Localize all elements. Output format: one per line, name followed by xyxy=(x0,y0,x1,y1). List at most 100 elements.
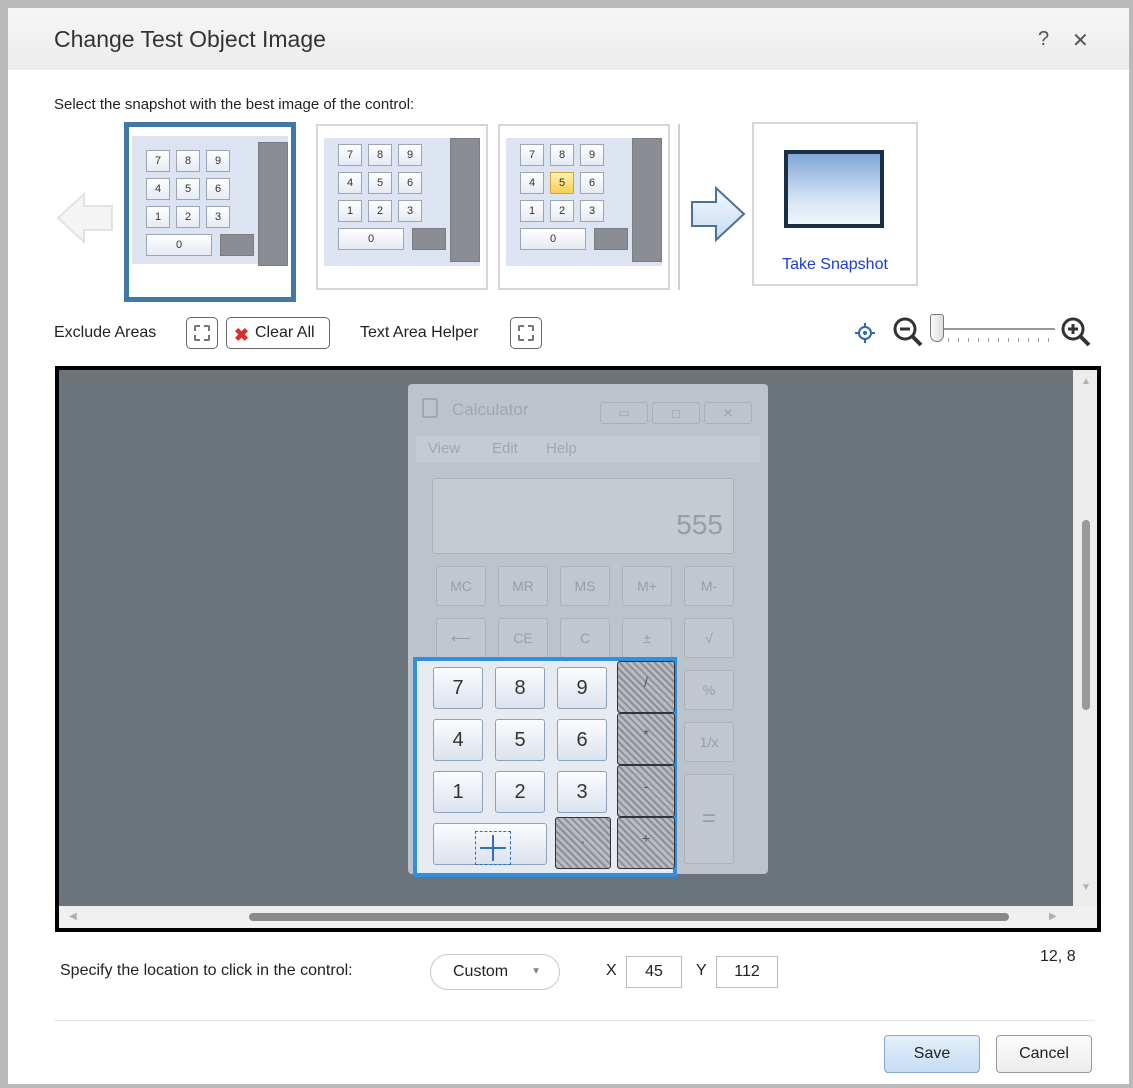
key-1[interactable]: 1 xyxy=(433,771,483,813)
calculator-app-icon xyxy=(422,398,438,418)
thumb-key: 1 xyxy=(146,206,170,228)
key-9[interactable]: 9 xyxy=(557,667,607,709)
horizontal-scrollbar[interactable]: ◀ ▶ xyxy=(59,906,1097,928)
key-decimal-excluded[interactable]: . xyxy=(555,817,611,869)
take-snapshot-button[interactable]: Take Snapshot xyxy=(752,122,918,286)
help-button[interactable]: ? xyxy=(1038,28,1049,51)
thumb-key: 0 xyxy=(338,228,404,250)
thumb-key: 5 xyxy=(368,172,392,194)
scroll-left-icon[interactable]: ◀ xyxy=(69,911,77,922)
thumb-key: 2 xyxy=(550,200,574,222)
key-ce: CE xyxy=(498,618,548,658)
key-3[interactable]: 3 xyxy=(557,771,607,813)
thumb-key xyxy=(594,228,628,250)
menu-edit: Edit xyxy=(492,440,518,457)
thumb-key: 0 xyxy=(520,228,586,250)
key-equals: = xyxy=(684,774,734,864)
save-button[interactable]: Save xyxy=(884,1035,980,1073)
change-test-object-image-dialog: Change Test Object Image ? ✕ Select the … xyxy=(0,0,1133,1088)
key-6[interactable]: 6 xyxy=(557,719,607,761)
thumb-key: 1 xyxy=(520,200,544,222)
calculator-menubar xyxy=(416,436,760,462)
vertical-scrollbar[interactable]: ▲ ▼ xyxy=(1073,370,1097,928)
crosshair-target-icon[interactable] xyxy=(854,322,876,344)
calculator-title: Calculator xyxy=(452,400,529,419)
calculator-display: 555 xyxy=(432,478,734,554)
key-divide-excluded[interactable]: / xyxy=(617,661,675,713)
click-location-label: Specify the location to click in the con… xyxy=(60,962,353,979)
thumb-key: 4 xyxy=(520,172,544,194)
key-reciprocal: 1/x xyxy=(684,722,734,762)
thumbnail-keypad: 7 8 9 4 5 6 1 2 3 0 xyxy=(506,138,662,266)
click-point-marker[interactable] xyxy=(475,831,511,865)
y-label: Y xyxy=(696,962,707,979)
selected-control-region[interactable]: 7 8 9 / 4 5 6 * 1 2 3 - . + xyxy=(413,657,677,877)
snapshot-divider xyxy=(678,124,680,290)
thumb-key: 3 xyxy=(398,200,422,222)
key-ms: MS xyxy=(560,566,610,606)
zoom-slider-thumb[interactable] xyxy=(930,314,944,342)
thumb-key: 9 xyxy=(206,150,230,172)
thumb-key: 2 xyxy=(368,200,392,222)
thumb-key: 4 xyxy=(146,178,170,200)
click-location-dropdown[interactable]: Custom ▼ xyxy=(430,954,560,990)
key-5[interactable]: 5 xyxy=(495,719,545,761)
scroll-up-icon[interactable]: ▲ xyxy=(1081,376,1091,387)
scroll-right-icon[interactable]: ▶ xyxy=(1049,911,1057,922)
y-coordinate-input[interactable]: 112 xyxy=(716,956,778,988)
snapshot-thumbnail-1[interactable]: 7 8 9 4 5 6 1 2 3 0 xyxy=(124,122,296,302)
key-plus-excluded[interactable]: + xyxy=(617,817,675,869)
snapshot-thumbnail-3[interactable]: 7 8 9 4 5 6 1 2 3 0 xyxy=(498,124,670,290)
key-4[interactable]: 4 xyxy=(433,719,483,761)
thumb-operator-column xyxy=(632,138,662,262)
key-2[interactable]: 2 xyxy=(495,771,545,813)
thumb-key: 8 xyxy=(550,144,574,166)
key-mminus: M- xyxy=(684,566,734,606)
zoom-slider-track[interactable] xyxy=(933,328,1055,330)
menu-view: View xyxy=(428,440,461,457)
key-backspace: ⟵ xyxy=(436,618,486,658)
menu-help: Help xyxy=(546,440,577,457)
thumb-key: 9 xyxy=(398,144,422,166)
scroll-down-icon[interactable]: ▼ xyxy=(1081,882,1091,893)
key-8[interactable]: 8 xyxy=(495,667,545,709)
thumb-key: 7 xyxy=(338,144,362,166)
key-percent: % xyxy=(684,670,734,710)
key-mc: MC xyxy=(436,566,486,606)
thumb-key: 6 xyxy=(206,178,230,200)
vertical-scroll-thumb[interactable] xyxy=(1082,520,1090,710)
horizontal-scroll-thumb[interactable] xyxy=(249,913,1009,921)
zoom-in-icon[interactable] xyxy=(1060,316,1092,348)
thumb-key: 7 xyxy=(520,144,544,166)
key-minus-excluded[interactable]: - xyxy=(617,765,675,817)
image-canvas[interactable]: Calculator ▭ ◻ ✕ View Edit Help 555 MC M… xyxy=(55,366,1101,932)
minimize-icon: ▭ xyxy=(600,402,648,424)
thumb-operator-column xyxy=(450,138,480,262)
key-mr: MR xyxy=(498,566,548,606)
snapshot-thumbnail-2[interactable]: 7 8 9 4 5 6 1 2 3 0 xyxy=(316,124,488,290)
thumb-key: 8 xyxy=(368,144,392,166)
thumbnail-keypad: 7 8 9 4 5 6 1 2 3 0 xyxy=(324,138,480,266)
take-snapshot-label: Take Snapshot xyxy=(782,256,888,273)
thumb-key xyxy=(220,234,254,256)
click-location-value: Custom xyxy=(453,963,509,980)
footer-separator xyxy=(54,1020,1094,1021)
close-button[interactable]: ✕ xyxy=(1072,28,1089,53)
snapshot-instruction: Select the snapshot with the best image … xyxy=(54,96,415,113)
clear-all-button[interactable]: ✖ Clear All xyxy=(226,317,330,349)
text-area-helper-button[interactable] xyxy=(510,317,542,349)
crosshair-v xyxy=(492,835,494,861)
x-coordinate-input[interactable]: 45 xyxy=(626,956,682,988)
dashed-select-icon xyxy=(518,325,534,341)
zoom-slider-ticks xyxy=(938,338,1052,342)
previous-snapshot-arrow-icon[interactable] xyxy=(54,190,116,246)
next-snapshot-arrow-icon[interactable] xyxy=(688,184,748,244)
exclude-areas-button[interactable] xyxy=(186,317,218,349)
dialog-titlebar: Change Test Object Image ? ✕ xyxy=(8,8,1129,70)
zoom-out-icon[interactable] xyxy=(892,316,924,348)
key-7[interactable]: 7 xyxy=(433,667,483,709)
thumb-key: 5 xyxy=(176,178,200,200)
text-area-helper-label: Text Area Helper xyxy=(360,324,479,341)
cancel-button[interactable]: Cancel xyxy=(996,1035,1092,1073)
key-multiply-excluded[interactable]: * xyxy=(617,713,675,765)
